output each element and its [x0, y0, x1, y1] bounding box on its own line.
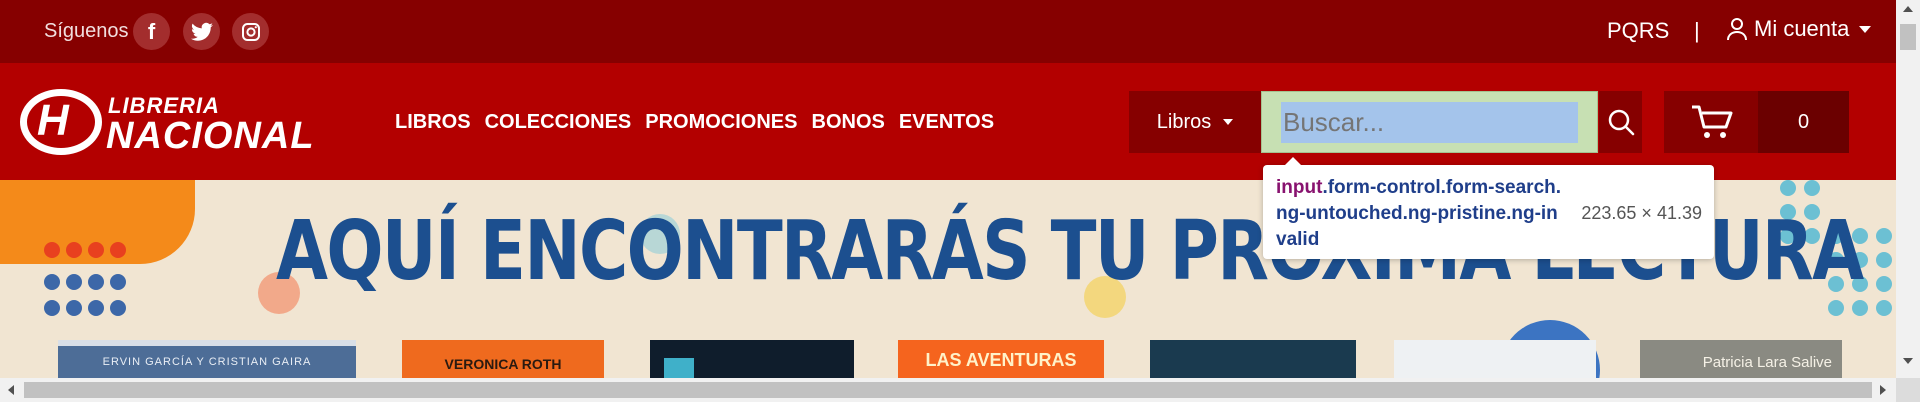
book-cover[interactable] — [1150, 340, 1356, 378]
chevron-down-icon — [1223, 119, 1234, 125]
book-cover[interactable]: ERVIN GARCÍA Y CRISTIAN GAIRA — [58, 340, 356, 378]
search-input[interactable] — [1281, 102, 1578, 143]
scrollbar-corner — [1896, 378, 1920, 402]
my-account-menu[interactable]: Mi cuenta — [1726, 16, 1872, 42]
scroll-left-icon[interactable] — [8, 385, 14, 395]
logo-mark-icon — [20, 89, 102, 155]
my-account-label: Mi cuenta — [1754, 16, 1850, 41]
decorative-dot — [1828, 300, 1844, 316]
separator: | — [1694, 18, 1700, 43]
book-cover[interactable] — [1394, 340, 1596, 378]
cart-button[interactable]: 0 — [1664, 91, 1849, 153]
vertical-scroll-thumb[interactable] — [1900, 24, 1916, 50]
decorative-dot — [1876, 252, 1892, 268]
top-bar: Síguenos f PQRS | Mi cuenta — [0, 0, 1896, 63]
decorative-dot — [44, 274, 60, 290]
decorative-dot — [66, 242, 82, 258]
decorative-dot — [1852, 300, 1868, 316]
nav-item-promociones[interactable]: PROMOCIONES — [645, 111, 797, 134]
book-cover[interactable] — [650, 340, 854, 378]
decorative-dot — [44, 242, 60, 258]
horizontal-scrollbar[interactable] — [0, 378, 1896, 402]
book-cover[interactable]: LAS AVENTURAS — [898, 340, 1104, 378]
scroll-right-icon[interactable] — [1880, 385, 1886, 395]
horizontal-scroll-thumb[interactable] — [24, 382, 1872, 398]
book-cover[interactable]: Patricia Lara Salive — [1640, 340, 1842, 378]
decorative-dot — [1876, 276, 1892, 292]
user-icon — [1727, 18, 1747, 41]
decorative-dot — [110, 242, 126, 258]
book-cover-text: VERONICA ROTH — [444, 356, 562, 372]
chevron-down-icon — [1859, 25, 1872, 33]
decorative-dot — [110, 300, 126, 316]
decorative-dot — [1876, 300, 1892, 316]
nav-item-bonos[interactable]: BONOS — [812, 111, 885, 134]
follow-us-label: Síguenos — [44, 20, 129, 42]
nav-item-eventos[interactable]: EVENTOS — [899, 111, 994, 134]
decorative-dot — [1780, 180, 1796, 196]
decorative-dot — [1804, 180, 1820, 196]
decorative-dot — [110, 274, 126, 290]
scroll-down-icon[interactable] — [1903, 358, 1913, 364]
inspector-selector: input.form-control.form-search.ng-untouc… — [1276, 175, 1566, 253]
decorative-dot — [88, 274, 104, 290]
pqrs-link[interactable]: PQRS — [1607, 18, 1669, 44]
book-cover[interactable]: VERONICA ROTH — [402, 340, 604, 378]
book-cover-text: LAS AVENTURAS — [925, 350, 1077, 370]
category-select[interactable]: Libros — [1129, 91, 1261, 153]
search-icon — [1608, 109, 1634, 136]
logo-text-bottom: NACIONAL — [106, 115, 315, 157]
category-select-label: Libros — [1156, 110, 1212, 133]
cart-icon — [1692, 105, 1733, 138]
search-button[interactable] — [1599, 91, 1642, 153]
decorative-dot — [66, 300, 82, 316]
cart-count-badge: 0 — [1758, 91, 1849, 153]
nav-item-libros[interactable]: LIBROS — [395, 111, 471, 134]
decorative-dot — [1876, 228, 1892, 244]
decorative-dot — [44, 300, 60, 316]
main-nav: LIBROS COLECCIONES PROMOCIONES BONOS EVE… — [395, 111, 994, 134]
vertical-scrollbar[interactable] — [1896, 0, 1920, 378]
decorative-dot — [88, 242, 104, 258]
inspector-size: 223.65 × 41.39 — [1581, 203, 1702, 223]
book-cover-art — [664, 358, 694, 378]
twitter-icon[interactable] — [183, 13, 220, 50]
facebook-icon[interactable]: f — [133, 13, 170, 50]
scroll-up-icon[interactable] — [1903, 6, 1913, 12]
decorative-dot — [66, 274, 82, 290]
libreria-nacional-logo[interactable]: LIBRERIA NACIONAL — [20, 89, 330, 159]
search-field-highlight — [1261, 91, 1598, 153]
inspector-tag: input — [1276, 177, 1323, 198]
inspector-tooltip: input.form-control.form-search.ng-untouc… — [1263, 157, 1714, 259]
nav-item-colecciones[interactable]: COLECCIONES — [485, 111, 632, 134]
book-cover-text: ERVIN GARCÍA Y CRISTIAN GAIRA — [102, 356, 312, 368]
decorative-dot — [88, 300, 104, 316]
book-cover-text: Patricia Lara Salive — [1702, 354, 1832, 371]
instagram-icon[interactable] — [232, 13, 269, 50]
